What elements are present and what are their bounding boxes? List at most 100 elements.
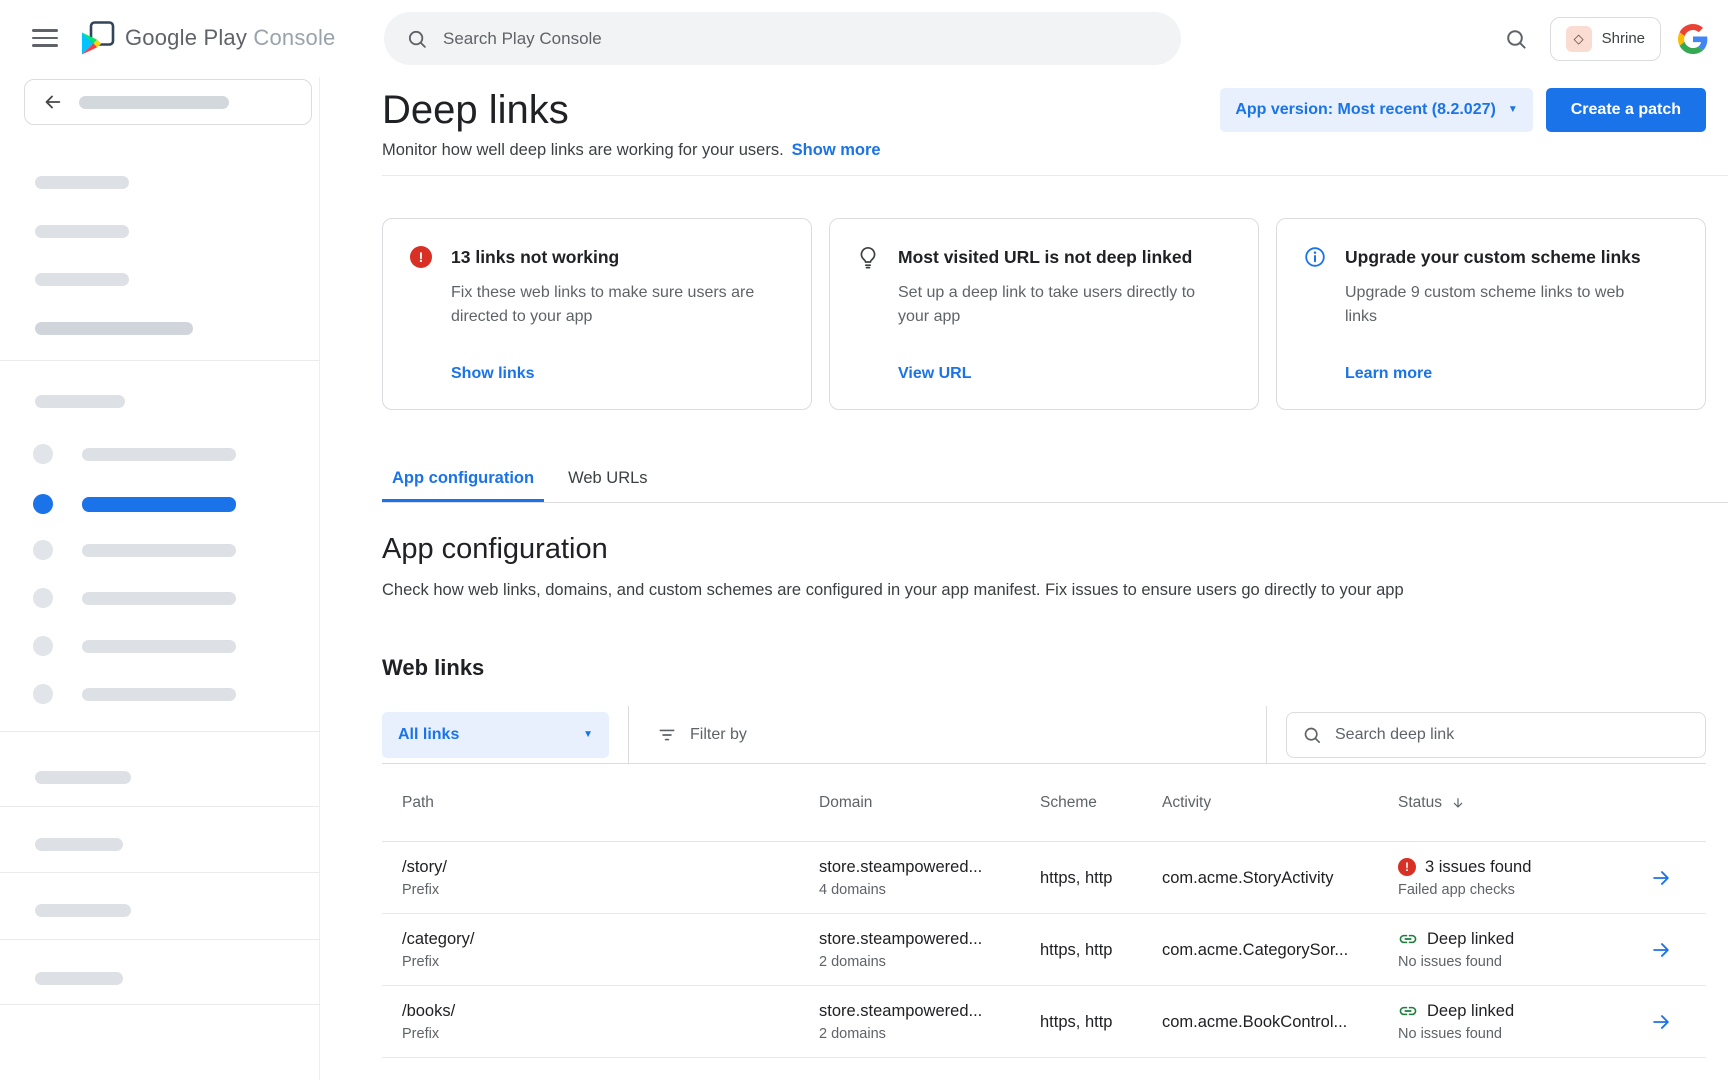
section-title: App configuration: [382, 531, 1706, 567]
view-url-link[interactable]: View URL: [898, 365, 1232, 383]
column-domain: Domain: [819, 794, 1040, 812]
web-links-title: Web links: [382, 654, 1706, 682]
column-status-label: Status: [1398, 794, 1442, 812]
activity-text: com.acme.StoryActivity: [1162, 868, 1386, 888]
card-title: Most visited URL is not deep linked: [898, 247, 1192, 268]
app-selector-chip[interactable]: ◇ Shrine: [1550, 17, 1661, 61]
skeleton-bar: [35, 322, 193, 335]
path-type: Prefix: [402, 954, 807, 971]
nav-dot-icon: [33, 684, 53, 704]
back-arrow-icon: [41, 91, 63, 113]
tab-bar: App configuration Web URLs: [382, 456, 1728, 503]
tab-label: Web URLs: [568, 469, 647, 487]
search-icon: [406, 28, 428, 50]
table-row[interactable]: /category/Prefix store.steampowered...2 …: [382, 914, 1706, 986]
link-icon: [1398, 929, 1418, 949]
deep-link-search[interactable]: [1286, 712, 1706, 758]
global-search-input[interactable]: [443, 29, 1159, 49]
app-selector-label: Shrine: [1602, 30, 1645, 47]
section-description: Check how web links, domains, and custom…: [382, 579, 1706, 602]
search-icon: [1302, 725, 1322, 745]
card-body: Set up a deep link to take users directl…: [898, 281, 1203, 329]
sidebar-divider: [0, 1004, 320, 1005]
column-status-sort[interactable]: Status: [1398, 794, 1628, 812]
sidebar-nav-item-selected[interactable]: [33, 494, 236, 514]
toolbar-divider: [1266, 706, 1267, 763]
page-subtitle: Monitor how well deep links are working …: [382, 139, 881, 161]
path-text: /books/: [402, 1001, 807, 1021]
nav-dot-icon: [33, 588, 53, 608]
sidebar-nav-item[interactable]: [33, 684, 236, 704]
column-activity: Activity: [1162, 794, 1398, 812]
filter-icon: [657, 725, 677, 745]
scheme-text: https, http: [1040, 1012, 1150, 1032]
table-row[interactable]: /item/ store.steampowered... Deep linked: [382, 1058, 1706, 1080]
app-version-dropdown[interactable]: App version: Most recent (8.2.027) ▼: [1220, 88, 1532, 132]
sidebar-nav-item[interactable]: [33, 588, 236, 608]
global-search[interactable]: [384, 12, 1181, 65]
show-more-link[interactable]: Show more: [792, 141, 881, 159]
table-row[interactable]: /books/Prefix store.steampowered... 2 dom…: [382, 986, 1706, 1058]
tab-label: App configuration: [392, 469, 534, 487]
header-divider: [382, 175, 1728, 176]
scheme-text: https, http: [1040, 868, 1150, 888]
insight-cards: ! 13 links not working Fix these web lin…: [382, 218, 1706, 410]
card-body: Upgrade 9 custom scheme links to web lin…: [1345, 281, 1650, 329]
path-type: Prefix: [402, 882, 807, 899]
learn-more-link[interactable]: Learn more: [1345, 365, 1679, 383]
play-console-logo: Google Play Console: [80, 20, 336, 56]
domain-text: store.steampowered...: [819, 857, 1028, 877]
column-path: Path: [382, 794, 819, 812]
filter-by-button[interactable]: Filter by: [657, 725, 747, 745]
sort-descending-icon: [1450, 795, 1466, 811]
arrow-forward-icon[interactable]: [1650, 1011, 1672, 1033]
table-row[interactable]: /story/Prefix store.steampowered...4 dom…: [382, 842, 1706, 914]
skeleton-bar: [82, 592, 236, 605]
arrow-forward-icon[interactable]: [1650, 939, 1672, 961]
deep-link-search-input[interactable]: [1335, 726, 1690, 744]
domain-count: 2 domains: [819, 1026, 1028, 1043]
info-icon: [1303, 245, 1327, 269]
nav-dot-icon: [33, 636, 53, 656]
arrow-forward-icon[interactable]: [1650, 867, 1672, 889]
lightbulb-icon: [856, 245, 880, 269]
chevron-down-icon: ▼: [1508, 105, 1518, 115]
menu-icon[interactable]: [32, 27, 58, 49]
topbar: Google Play Console ◇ Shrine: [0, 0, 1728, 77]
status-subtext: No issues found: [1398, 1026, 1616, 1043]
toolbar-divider: [628, 706, 629, 763]
card-links-not-working: ! 13 links not working Fix these web lin…: [382, 218, 812, 410]
show-links-link[interactable]: Show links: [451, 365, 785, 383]
card-body: Fix these web links to make sure users a…: [451, 281, 756, 329]
skeleton-bar: [35, 225, 129, 238]
sidebar-nav-item[interactable]: [33, 636, 236, 656]
filter-by-label: Filter by: [690, 726, 747, 744]
sidebar-divider: [0, 872, 320, 873]
skeleton-bar: [35, 176, 129, 189]
sidebar-nav-item[interactable]: [33, 540, 236, 560]
skeleton-bar: [82, 640, 236, 653]
search-button[interactable]: [1499, 22, 1533, 56]
status-subtext: Failed app checks: [1398, 882, 1616, 899]
tab-web-urls[interactable]: Web URLs: [558, 456, 657, 502]
main-content: Deep links Monitor how well deep links a…: [320, 77, 1728, 1080]
sidebar: [0, 77, 320, 1080]
play-console-logo-icon: [80, 20, 116, 56]
links-filter-dropdown[interactable]: All links ▼: [382, 712, 609, 758]
skeleton-bar: [35, 904, 131, 917]
domain-text: store.steampowered...: [819, 1001, 1028, 1021]
sidebar-nav-item[interactable]: [33, 444, 236, 464]
path-type: Prefix: [402, 1026, 807, 1043]
card-title: 13 links not working: [451, 247, 619, 268]
skeleton-bar: [79, 96, 229, 109]
google-logo-icon: [1678, 24, 1708, 54]
domain-text: store.steampowered...: [819, 929, 1028, 949]
path-text: /category/: [402, 929, 807, 949]
nav-dot-icon: [33, 494, 53, 514]
skeleton-bar: [35, 273, 129, 286]
create-patch-button[interactable]: Create a patch: [1546, 88, 1706, 132]
skeleton-bar: [82, 688, 236, 701]
back-button[interactable]: [24, 79, 312, 125]
domain-count: 4 domains: [819, 882, 1028, 899]
tab-app-configuration[interactable]: App configuration: [382, 456, 544, 502]
